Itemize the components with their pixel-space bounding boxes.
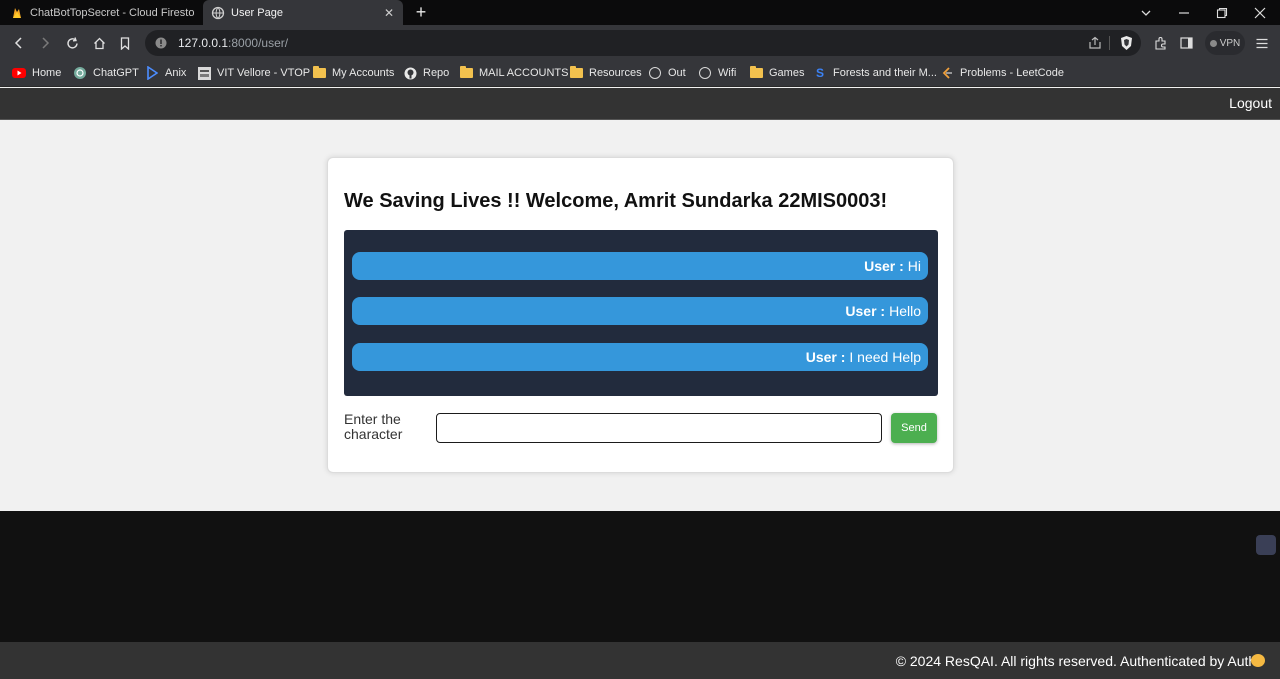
s-icon: S [815,66,824,80]
folder-icon [749,66,763,80]
minimize-icon[interactable] [1164,0,1204,25]
menu-icon[interactable] [1252,33,1272,53]
message-text: I need Help [849,349,921,365]
bookmark-games[interactable]: Games [749,61,804,85]
site-info-icon[interactable] [155,37,167,49]
folder-icon [459,66,473,80]
separator [1109,36,1110,50]
bookmark-label: Forests and their M... [833,67,937,79]
bookmark-label: Problems - LeetCode [960,67,1064,79]
globe-icon [648,66,662,80]
chat-message: User : I need Help [352,343,928,371]
chat-message: User : Hi [352,252,928,280]
globe-icon [698,66,712,80]
bookmark-anix[interactable]: Anix [145,61,186,85]
anix-icon [145,66,159,80]
browser-tab-strip: ChatBotTopSecret - Cloud Firestore - F U… [0,0,1280,25]
address-bar[interactable]: 127.0.0.1:8000/user/ [145,30,1141,56]
bookmark-label: Wifi [718,67,737,79]
bookmark-home[interactable]: Home [12,61,61,85]
message-sender: User : [805,349,846,365]
logout-link[interactable]: Logout [1229,95,1272,111]
bookmarks-bar: Home ChatGPT Anix VIT Vellore - VTOP My … [0,61,1280,87]
bookmark-icon[interactable] [115,33,135,53]
sidebar-toggle-icon[interactable] [1176,33,1196,53]
chat-messages: User : Hi User : Hello User : I need Hel… [344,230,938,396]
new-tab-icon[interactable]: + [411,2,431,22]
brave-shield-icon[interactable] [1119,35,1134,51]
assistant-widget-icon[interactable] [1256,535,1276,555]
bookmark-label: MAIL ACCOUNTS [479,67,569,79]
bookmark-leetcode[interactable]: Problems - LeetCode [940,61,1064,85]
url-path: :8000/user/ [228,36,289,50]
footer: © 2024 ResQAI. All rights reserved. Auth… [0,642,1280,679]
bookmark-wifi[interactable]: Wifi [698,61,736,85]
browser-toolbar: 127.0.0.1:8000/user/ VPN [0,25,1280,61]
message-sender: User : [845,303,886,319]
share-icon[interactable] [1088,36,1102,50]
url-host: 127.0.0.1 [178,36,229,50]
tab-title: ChatBotTopSecret - Cloud Firestore - F [30,6,194,19]
firebase-icon [13,7,21,18]
bookmark-label: Anix [165,67,187,79]
extensions-icon[interactable] [1150,33,1170,53]
url-text: 127.0.0.1:8000/user/ [178,36,288,50]
bookmark-resources[interactable]: Resources [569,61,642,85]
vtop-icon [197,66,211,80]
bookmark-mail-accounts[interactable]: MAIL ACCOUNTS [459,61,568,85]
app-navbar: Logout [0,88,1280,120]
bookmark-label: Resources [589,67,642,79]
restore-icon[interactable] [1202,0,1242,25]
emoji-icon [1251,654,1265,667]
bookmark-label: VIT Vellore - VTOP [217,67,311,79]
bookmark-vtop[interactable]: VIT Vellore - VTOP [197,61,310,85]
tab-firestore[interactable]: ChatBotTopSecret - Cloud Firestore - F [2,0,202,25]
character-input[interactable] [436,413,882,443]
character-input-label: Enter the character [344,411,403,442]
message-sender: User : [864,258,904,274]
vpn-button[interactable]: VPN [1205,31,1245,55]
github-icon [403,66,417,80]
close-tab-icon[interactable]: ✕ [383,6,395,20]
bookmark-label: Home [32,67,62,79]
youtube-icon [12,66,26,80]
bookmark-label: My Accounts [332,67,395,79]
forward-icon[interactable] [35,33,55,53]
chat-card: We Saving Lives !! Welcome, Amrit Sundar… [327,157,954,473]
globe-icon [211,6,225,19]
footer-text: © 2024 ResQAI. All rights reserved. Auth… [895,653,1264,669]
chatgpt-icon [73,66,87,80]
content-background [0,511,1280,642]
welcome-heading: We Saving Lives !! Welcome, Amrit Sundar… [344,190,888,212]
reload-icon[interactable] [62,33,82,53]
bookmark-chatgpt[interactable]: ChatGPT [73,61,139,85]
bookmark-out[interactable]: Out [648,61,686,85]
tab-search-icon[interactable] [1126,0,1166,25]
vpn-status-dot [1209,39,1217,47]
bookmark-label: ChatGPT [93,67,139,79]
bookmark-label: Out [668,67,686,79]
folder-icon [312,66,326,80]
message-text: Hi [907,258,921,274]
folder-icon [569,66,583,80]
home-icon[interactable] [89,33,109,53]
bookmark-label: Repo [423,67,450,79]
close-window-icon[interactable] [1240,0,1280,25]
send-button[interactable]: Send [891,413,937,443]
bookmark-label: Games [769,67,805,79]
tab-user-page[interactable]: User Page ✕ [203,0,403,25]
tab-title: User Page [231,6,283,19]
back-icon[interactable] [9,33,29,53]
bookmark-my-accounts[interactable]: My Accounts [312,61,394,85]
bookmark-forests[interactable]: S Forests and their M... [813,61,937,85]
bookmark-repo[interactable]: Repo [403,61,449,85]
message-text: Hello [889,303,921,319]
vpn-label: VPN [1219,37,1241,49]
leetcode-icon [940,66,954,80]
chat-message: User : Hello [352,297,928,325]
